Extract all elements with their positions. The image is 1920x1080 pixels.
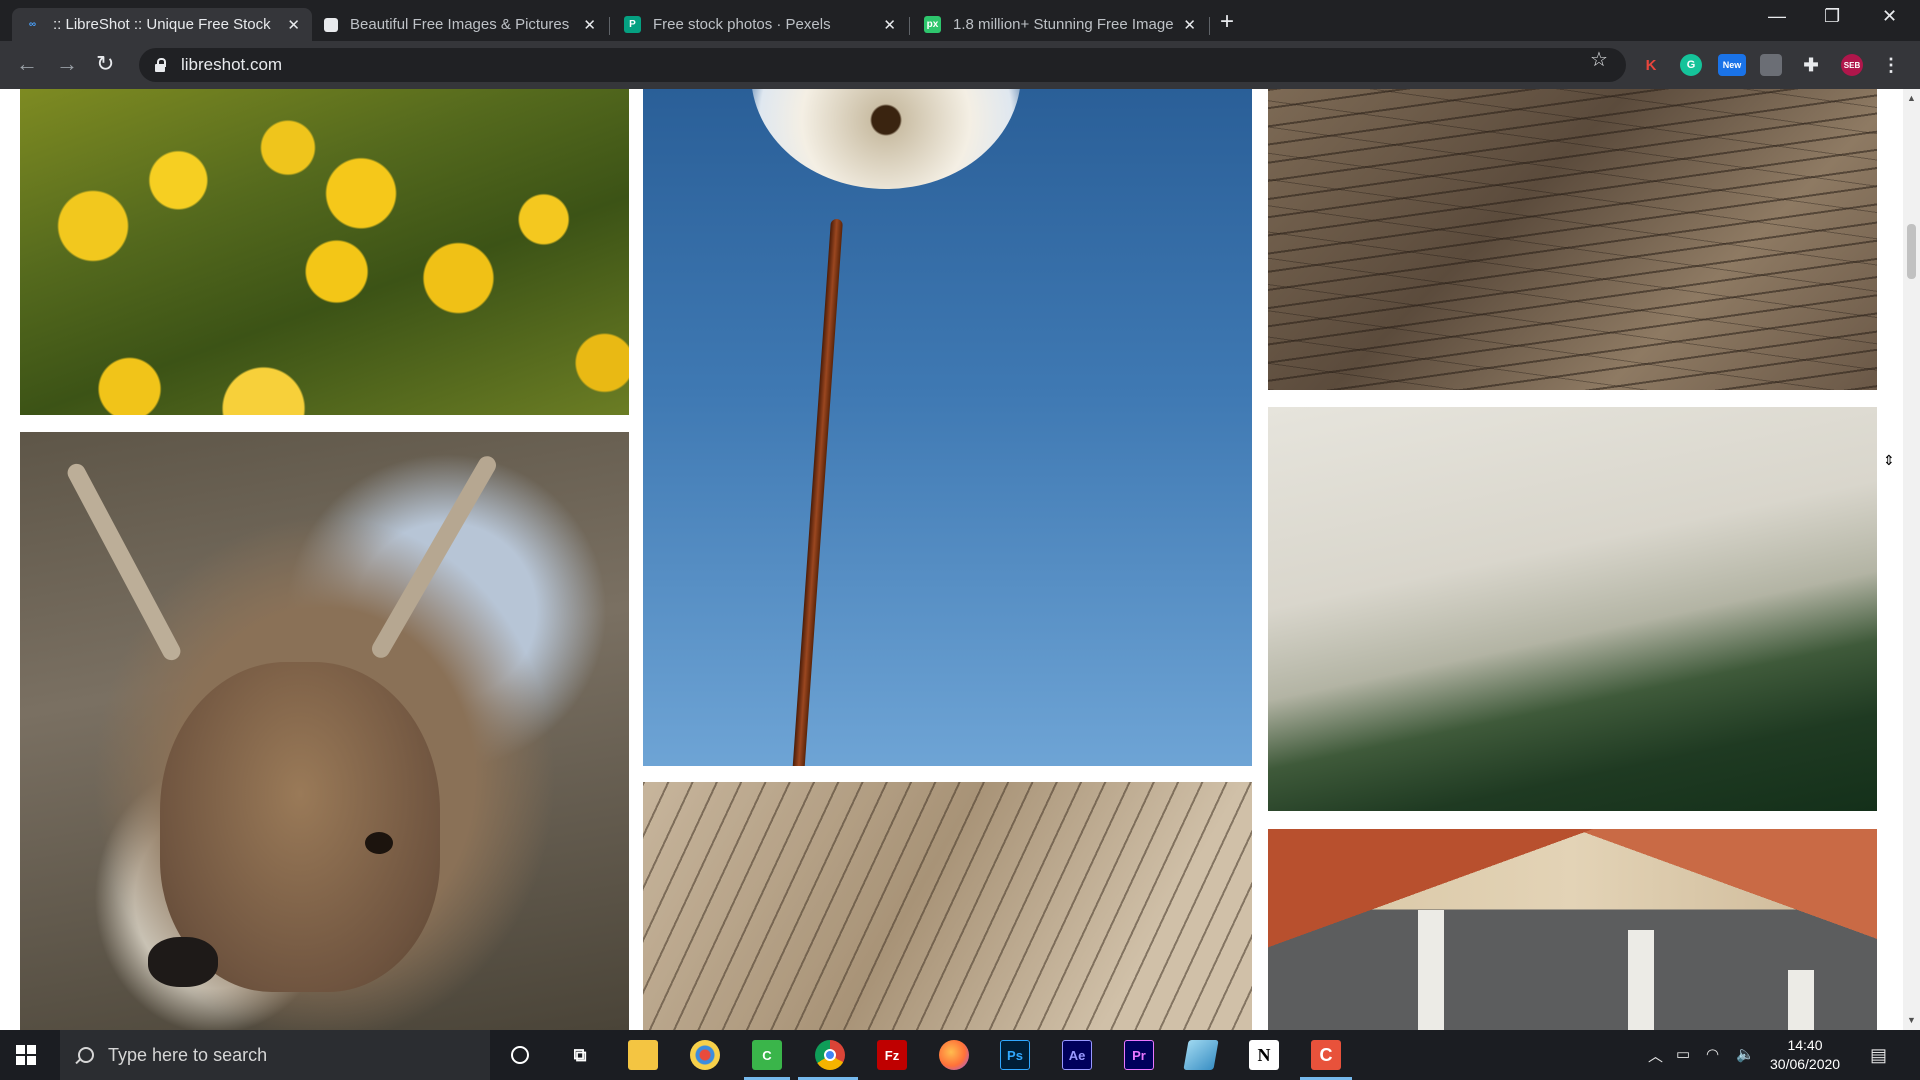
tab-title: 1.8 million+ Stunning Free Image xyxy=(953,16,1174,33)
windows-start-icon[interactable] xyxy=(16,1045,36,1065)
new-tab-button[interactable]: + xyxy=(1220,8,1234,36)
profile-avatar[interactable]: SEB xyxy=(1841,54,1863,76)
tab-pixabay[interactable]: px 1.8 million+ Stunning Free Image ✕ xyxy=(912,8,1208,41)
grammarly-extension-icon[interactable]: G xyxy=(1680,54,1702,76)
address-bar[interactable]: libreshot.com xyxy=(139,48,1626,82)
after-effects-icon[interactable]: Ae xyxy=(1062,1040,1092,1070)
tab-title: Beautiful Free Images & Pictures xyxy=(350,16,570,33)
deer-eye xyxy=(365,832,393,854)
search-placeholder: Type here to search xyxy=(108,1044,268,1065)
dandelion-seed-head xyxy=(751,89,1021,189)
chimney xyxy=(1628,930,1654,1030)
tab-strip: ∞ :: LibreShot :: Unique Free Stock ✕ Be… xyxy=(0,0,1920,41)
clock-date: 30/06/2020 xyxy=(1770,1056,1841,1072)
filezilla-icon[interactable]: Fz xyxy=(877,1040,907,1070)
gallery-image-weathered-wood[interactable] xyxy=(643,782,1252,1030)
restore-button[interactable]: ❐ xyxy=(1824,6,1840,27)
camtasia-icon[interactable]: C xyxy=(752,1040,782,1070)
close-window-button[interactable]: ✕ xyxy=(1882,6,1897,27)
battery-icon[interactable]: ▭ xyxy=(1676,1045,1690,1063)
taskbar-search-box[interactable]: Type here to search xyxy=(60,1030,490,1080)
tab-libreshot[interactable]: ∞ :: LibreShot :: Unique Free Stock ✕ xyxy=(12,8,312,41)
kaspersky-extension-icon[interactable]: K xyxy=(1640,54,1662,76)
clock-time: 14:40 xyxy=(1787,1037,1823,1053)
tab-unsplash[interactable]: Beautiful Free Images & Pictures ✕ xyxy=(312,8,608,41)
tab-pexels[interactable]: P Free stock photos · Pexels ✕ xyxy=(612,8,908,41)
back-button[interactable]: ← xyxy=(16,51,38,77)
libreshot-icon: ∞ xyxy=(28,19,37,30)
deer-antler xyxy=(368,452,500,662)
unsplash-icon xyxy=(324,17,338,32)
minimize-button[interactable]: — xyxy=(1768,6,1786,27)
gallery-image-tree-bark[interactable] xyxy=(1268,89,1877,390)
reload-button[interactable]: ↻ xyxy=(96,51,114,77)
gallery-image-red-deer[interactable] xyxy=(20,432,629,1030)
gallery-image-dandelion-puff[interactable] xyxy=(643,89,1252,766)
url-text: libreshot.com xyxy=(181,55,283,74)
wifi-icon[interactable]: ◠ xyxy=(1706,1045,1719,1063)
chimney xyxy=(1788,970,1814,1030)
search-icon xyxy=(78,1047,94,1063)
paint-icon[interactable] xyxy=(690,1040,720,1070)
gallery-image-foggy-forest[interactable] xyxy=(1268,407,1877,811)
firefox-icon[interactable] xyxy=(939,1040,969,1070)
lock-icon[interactable] xyxy=(153,58,167,72)
scrollbar-thumb[interactable] xyxy=(1907,224,1916,279)
deer-antler xyxy=(64,460,184,664)
forward-button[interactable]: → xyxy=(56,51,78,77)
gallery-image-town-rooftops[interactable] xyxy=(1268,829,1877,1030)
chrome-menu-icon[interactable]: ⋮ xyxy=(1880,54,1902,76)
tab-title: Free stock photos · Pexels xyxy=(653,16,831,33)
photoshop-icon[interactable]: Ps xyxy=(1000,1040,1030,1070)
close-tab-icon[interactable]: ✕ xyxy=(1183,16,1196,34)
pixabay-icon: px xyxy=(924,16,941,33)
task-view-icon[interactable]: ⧉ xyxy=(565,1040,595,1070)
bookmark-star-icon[interactable]: ☆ xyxy=(1590,47,1608,72)
gallery-image-dandelion-field[interactable] xyxy=(20,89,629,415)
cortana-icon[interactable] xyxy=(505,1040,535,1070)
tab-title: :: LibreShot :: Unique Free Stock xyxy=(53,16,271,33)
extensions-puzzle-icon[interactable]: ✚ xyxy=(1800,54,1822,76)
scroll-down-arrow-icon[interactable]: ▼ xyxy=(1907,1015,1916,1025)
dandelion-stem xyxy=(791,218,843,766)
close-tab-icon[interactable]: ✕ xyxy=(583,16,596,34)
premiere-icon[interactable]: Pr xyxy=(1124,1040,1154,1070)
tray-overflow-chevron-icon[interactable]: ︿ xyxy=(1648,1045,1663,1066)
close-tab-icon[interactable]: ✕ xyxy=(883,16,896,34)
close-tab-icon[interactable]: ✕ xyxy=(287,16,300,34)
scroll-up-arrow-icon[interactable]: ▲ xyxy=(1907,93,1916,103)
resize-cursor-icon: ⇕ xyxy=(1883,452,1895,468)
deer-nose xyxy=(148,937,218,987)
pexels-icon: P xyxy=(624,16,641,33)
chimney xyxy=(1418,910,1444,1030)
system-clock[interactable]: 14:40 30/06/2020 xyxy=(1770,1036,1840,1074)
notifications-icon[interactable]: ▤ xyxy=(1870,1045,1887,1066)
volume-icon[interactable]: 🔈 xyxy=(1736,1045,1755,1063)
notion-icon[interactable]: N xyxy=(1249,1040,1279,1070)
screenshot-extension-icon[interactable] xyxy=(1760,54,1782,76)
tab-separator xyxy=(1209,17,1210,35)
camtasia-recorder-icon[interactable]: C xyxy=(1311,1040,1341,1070)
tab-separator xyxy=(909,17,910,35)
chrome-icon[interactable] xyxy=(815,1040,845,1070)
file-explorer-icon[interactable] xyxy=(628,1040,658,1070)
browser-toolbar: ← → ↻ libreshot.com ☆ K G New ✚ SEB ⋮ xyxy=(0,41,1920,89)
app-icon[interactable] xyxy=(1183,1040,1219,1070)
windows-taskbar: Type here to search ⧉ C Fz Ps Ae Pr N C … xyxy=(0,1030,1920,1080)
page-scrollbar[interactable]: ▲ ▼ xyxy=(1903,89,1920,1030)
new-extension-icon[interactable]: New xyxy=(1718,54,1746,76)
tab-separator xyxy=(609,17,610,35)
libreshot-gallery: ▲ ▼ ⇕ xyxy=(0,89,1920,1030)
